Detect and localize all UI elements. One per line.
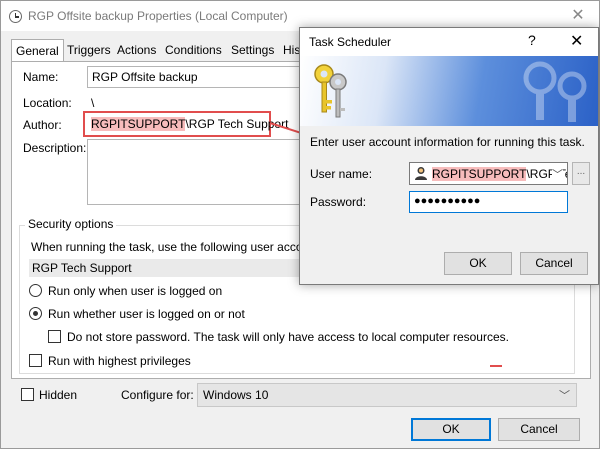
radio-run-whether-label[interactable]: Run whether user is logged on or not xyxy=(48,307,245,321)
user-name-label: User name: xyxy=(310,167,373,181)
checkbox-highest-privileges-label[interactable]: Run with highest privileges xyxy=(48,354,191,368)
help-icon[interactable]: ? xyxy=(528,32,536,48)
chevron-down-icon: ﹀ xyxy=(559,390,570,402)
user-name-combo[interactable]: RGPITSUPPORT\RGP Tech ﹀ xyxy=(409,162,568,185)
dialog-ok-button[interactable]: OK xyxy=(444,252,512,275)
annotation-mark xyxy=(490,365,502,367)
description-label: Description: xyxy=(23,141,87,155)
banner-decoration xyxy=(523,61,587,122)
configure-for-select[interactable]: Windows 10 ﹀ xyxy=(197,383,577,407)
dialog-title: Task Scheduler xyxy=(309,35,392,49)
name-label: Name: xyxy=(23,70,59,84)
author-user: \RGP Tech Support xyxy=(185,117,289,131)
close-icon[interactable]: ✕ xyxy=(570,31,583,51)
radio-run-whether[interactable] xyxy=(29,307,42,320)
checkbox-hidden-label[interactable]: Hidden xyxy=(39,388,77,402)
checkbox-do-not-store[interactable] xyxy=(48,330,61,343)
properties-title: RGP Offsite backup Properties (Local Com… xyxy=(28,9,288,23)
author-value[interactable]: RGPITSUPPORT\RGP Tech Support xyxy=(91,117,288,131)
props-ok-button[interactable]: OK xyxy=(411,418,491,441)
tab-actions[interactable]: Actions xyxy=(113,41,160,61)
password-label: Password: xyxy=(310,195,367,209)
name-field[interactable]: RGP Offsite backup xyxy=(87,66,307,88)
author-domain: RGPITSUPPORT xyxy=(91,117,186,131)
browse-users-button[interactable]: ... xyxy=(572,162,590,185)
dialog-titlebar: Task Scheduler ? ✕ xyxy=(300,28,598,56)
props-cancel-button[interactable]: Cancel xyxy=(498,418,580,441)
checkbox-highest-privileges[interactable] xyxy=(29,354,42,367)
user-account-icon xyxy=(415,167,427,180)
radio-run-logged-on-label[interactable]: Run only when user is logged on xyxy=(48,284,222,298)
security-account-text: When running the task, use the following… xyxy=(31,240,320,254)
security-options-title: Security options xyxy=(25,217,117,231)
security-account-field: RGP Tech Support xyxy=(29,259,299,277)
checkbox-hidden[interactable] xyxy=(21,388,34,401)
dialog-message: Enter user account information for runni… xyxy=(310,135,585,149)
description-field[interactable] xyxy=(87,139,307,205)
author-highlight-box: RGPITSUPPORT\RGP Tech Support xyxy=(83,111,288,137)
user-name-domain: RGPITSUPPORT xyxy=(432,167,527,181)
close-icon[interactable]: ✕ xyxy=(567,5,589,27)
tab-conditions[interactable]: Conditions xyxy=(161,41,226,61)
location-value: \ xyxy=(91,96,95,110)
location-label: Location: xyxy=(23,96,72,110)
configure-for-label: Configure for: xyxy=(121,388,194,402)
author-label: Author: xyxy=(23,118,62,132)
password-field[interactable]: ●●●●●●●●●● xyxy=(409,191,568,213)
checkbox-do-not-store-label[interactable]: Do not store password. The task will onl… xyxy=(67,330,509,344)
dialog-cancel-button[interactable]: Cancel xyxy=(520,252,588,275)
configure-for-value: Windows 10 xyxy=(203,388,269,402)
keys-icon xyxy=(314,64,347,118)
dialog-banner xyxy=(300,56,598,126)
radio-run-logged-on[interactable] xyxy=(29,284,42,297)
task-scheduler-clock-icon xyxy=(9,10,22,23)
tab-settings[interactable]: Settings xyxy=(227,41,278,61)
chevron-down-icon: ﹀ xyxy=(552,166,563,182)
tab-general[interactable]: General xyxy=(11,39,64,62)
task-scheduler-dialog: Task Scheduler ? ✕ Enter user account in… xyxy=(299,27,599,285)
tab-triggers[interactable]: Triggers xyxy=(63,41,115,61)
